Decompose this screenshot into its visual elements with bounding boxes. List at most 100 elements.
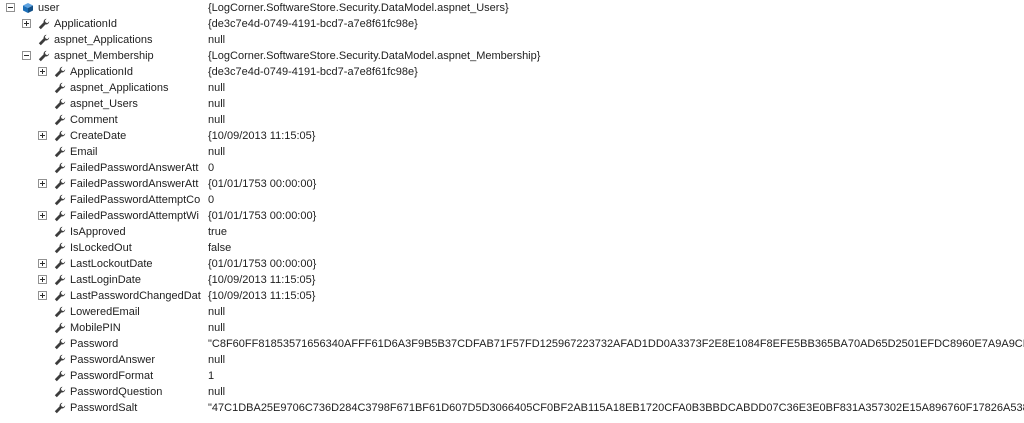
expand-plus-icon[interactable] (38, 131, 47, 140)
property-value: null (208, 146, 226, 158)
expand-plus-icon[interactable] (38, 211, 47, 220)
property-value: "C8F60FF81853571656340AFFF61D6A3F9B5B37C… (208, 338, 1024, 350)
watch-row[interactable]: LastLockoutDate {01/01/1753 00:00:00} (0, 256, 1024, 272)
property-name: aspnet_Membership (54, 50, 154, 62)
watch-row[interactable]: aspnet_Applications null (0, 80, 1024, 96)
property-value: null (208, 34, 226, 46)
wrench-icon (54, 274, 66, 286)
watch-row[interactable]: IsLockedOut false (0, 240, 1024, 256)
property-name: IsLockedOut (70, 242, 132, 254)
property-value: 1 (208, 370, 215, 382)
property-name: IsApproved (70, 226, 126, 238)
property-name: MobilePIN (70, 322, 121, 334)
property-value: {10/09/2013 11:15:05} (208, 274, 316, 286)
property-name: PasswordAnswer (70, 354, 155, 366)
property-value: {de3c7e4d-0749-4191-bcd7-a7e8f61fc98e} (208, 18, 418, 30)
watch-row[interactable]: FailedPasswordAnswerAtt {01/01/1753 00:00… (0, 176, 1024, 192)
watch-row[interactable]: aspnet_Membership {LogCorner.SoftwareStor… (0, 48, 1024, 64)
property-name: LastLoginDate (70, 274, 141, 286)
property-value: {10/09/2013 11:15:05} (208, 130, 316, 142)
watch-row[interactable]: PasswordQuestion null (0, 384, 1024, 400)
watch-row[interactable]: aspnet_Users null (0, 96, 1024, 112)
watch-row[interactable]: Password "C8F60FF81853571656340AFFF61D6A3… (0, 336, 1024, 352)
watch-row[interactable]: user {LogCorner.SoftwareStore.Security.Da… (0, 0, 1024, 16)
expand-plus-icon[interactable] (38, 291, 47, 300)
wrench-icon (54, 210, 66, 222)
collapse-minus-icon[interactable] (22, 51, 31, 60)
wrench-icon (54, 162, 66, 174)
property-name: LastPasswordChangedDat (70, 290, 201, 302)
property-name: Comment (70, 114, 118, 126)
property-value: null (208, 98, 226, 110)
object-icon (22, 2, 34, 14)
wrench-icon (54, 178, 66, 190)
expand-plus-icon[interactable] (38, 275, 47, 284)
watch-row[interactable]: aspnet_Applications null (0, 32, 1024, 48)
property-name: aspnet_Applications (54, 34, 153, 46)
wrench-icon (54, 146, 66, 158)
wrench-icon (54, 370, 66, 382)
watch-row[interactable]: FailedPasswordAnswerAtt 0 (0, 160, 1024, 176)
property-value: {01/01/1753 00:00:00} (208, 258, 317, 270)
watch-row[interactable]: LoweredEmail null (0, 304, 1024, 320)
watch-row[interactable]: Email null (0, 144, 1024, 160)
watch-row[interactable]: CreateDate {10/09/2013 11:15:05} (0, 128, 1024, 144)
watch-row[interactable]: LastPasswordChangedDat {10/09/2013 11:15:… (0, 288, 1024, 304)
property-name: FailedPasswordAnswerAtt (70, 178, 199, 190)
watch-row[interactable]: PasswordSalt "47C1DBA25E9706C736D284C3798… (0, 400, 1024, 416)
property-value: {01/01/1753 00:00:00} (208, 210, 317, 222)
watch-row[interactable]: ApplicationId {de3c7e4d-0749-4191-bcd7-a7… (0, 64, 1024, 80)
property-value: 0 (208, 162, 215, 174)
property-name: Email (70, 146, 98, 158)
wrench-icon (54, 66, 66, 78)
property-name: CreateDate (70, 130, 127, 142)
watch-row[interactable]: FailedPasswordAttemptWi {01/01/1753 00:00… (0, 208, 1024, 224)
wrench-icon (54, 306, 66, 318)
property-name: aspnet_Users (70, 98, 138, 110)
property-name: LoweredEmail (70, 306, 140, 318)
watch-row[interactable]: PasswordFormat 1 (0, 368, 1024, 384)
property-name: PasswordFormat (70, 370, 154, 382)
wrench-icon (54, 402, 66, 414)
property-value: {01/01/1753 00:00:00} (208, 178, 317, 190)
expand-plus-icon[interactable] (38, 259, 47, 268)
property-value: {de3c7e4d-0749-4191-bcd7-a7e8f61fc98e} (208, 66, 418, 78)
wrench-icon (54, 194, 66, 206)
property-value: null (208, 306, 226, 318)
expand-plus-icon[interactable] (38, 67, 47, 76)
wrench-icon (54, 242, 66, 254)
property-name: Password (70, 338, 119, 350)
wrench-icon (38, 50, 50, 62)
expand-plus-icon[interactable] (22, 19, 31, 28)
property-name: FailedPasswordAnswerAtt (70, 162, 199, 174)
wrench-icon (54, 290, 66, 302)
property-name: FailedPasswordAttemptWi (70, 210, 199, 222)
watch-row[interactable]: ApplicationId {de3c7e4d-0749-4191-bcd7-a7… (0, 16, 1024, 32)
wrench-icon (54, 114, 66, 126)
watch-row[interactable]: PasswordAnswer null (0, 352, 1024, 368)
watch-row[interactable]: LastLoginDate {10/09/2013 11:15:05} (0, 272, 1024, 288)
watch-row[interactable]: IsApproved true (0, 224, 1024, 240)
collapse-minus-icon[interactable] (6, 3, 15, 12)
watch-tree: user {LogCorner.SoftwareStore.Security.Da… (0, 0, 1024, 423)
watch-row[interactable]: MobilePIN null (0, 320, 1024, 336)
property-name: ApplicationId (70, 66, 133, 78)
wrench-icon (54, 354, 66, 366)
wrench-icon (54, 226, 66, 238)
wrench-icon (54, 338, 66, 350)
wrench-icon (38, 34, 50, 46)
property-name: user (38, 2, 60, 14)
wrench-icon (54, 98, 66, 110)
property-name: ApplicationId (54, 18, 117, 30)
wrench-icon (54, 386, 66, 398)
expand-plus-icon[interactable] (38, 179, 47, 188)
property-value: {LogCorner.SoftwareStore.Security.DataMo… (208, 2, 509, 14)
property-value: null (208, 114, 226, 126)
property-name: PasswordQuestion (70, 386, 163, 398)
property-name: aspnet_Applications (70, 82, 169, 94)
watch-row[interactable]: Comment null (0, 112, 1024, 128)
watch-row[interactable]: FailedPasswordAttemptCo 0 (0, 192, 1024, 208)
property-value: null (208, 82, 226, 94)
property-value: true (208, 226, 227, 238)
property-value: {LogCorner.SoftwareStore.Security.DataMo… (208, 50, 541, 62)
